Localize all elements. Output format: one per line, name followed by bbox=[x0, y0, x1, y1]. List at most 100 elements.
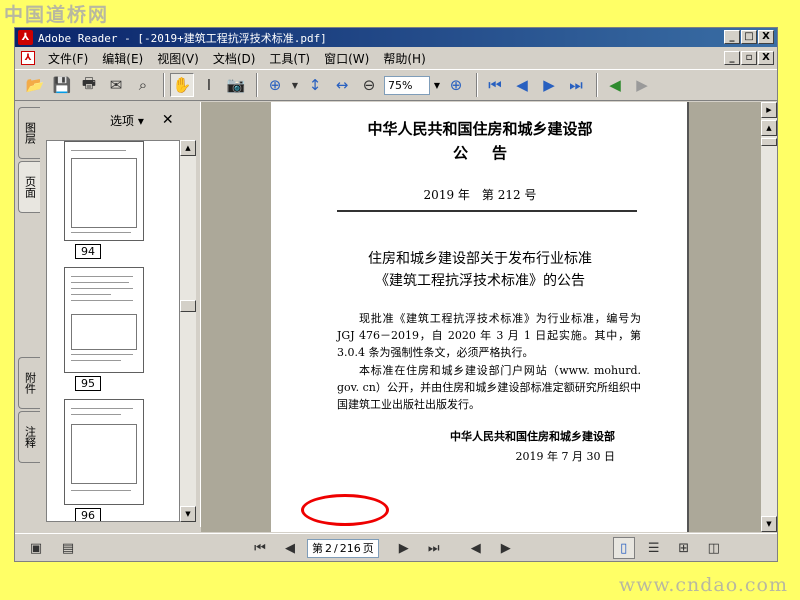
previous-page-icon[interactable]: ◀ bbox=[510, 73, 534, 97]
scroll-down-icon[interactable]: ▼ bbox=[180, 506, 196, 522]
status-previous-page-icon[interactable]: ◀ bbox=[279, 537, 301, 559]
go-forward-icon[interactable]: ▶ bbox=[630, 73, 654, 97]
menu-tools[interactable]: 工具(T) bbox=[262, 50, 317, 67]
pages-panel: 选项 ▾ ✕ 94 95 96 ▲ ▼ bbox=[42, 106, 196, 526]
pdf-page: 中华人民共和国住房和城乡建设部 公告 2019 年 第 212 号 住房和城乡建… bbox=[271, 102, 689, 532]
page-size-icon[interactable]: ▤ bbox=[57, 537, 79, 559]
heading-line-2: 《建筑工程抗浮技术标准》的公告 bbox=[375, 273, 585, 289]
thumbnail-page[interactable] bbox=[64, 141, 144, 241]
next-page-icon[interactable]: ▶ bbox=[537, 73, 561, 97]
scroll-thumb[interactable] bbox=[180, 300, 196, 312]
toolbar-separator bbox=[596, 73, 598, 97]
doc-number: 2019 年 第 212 号 bbox=[423, 188, 537, 202]
reader-window: ⅄ Adobe Reader - [-2019+建筑工程抗浮技术标准.pdf] … bbox=[14, 27, 778, 562]
tab-comments[interactable]: 注释 bbox=[18, 411, 40, 463]
thumbnail-scrollbar[interactable]: ▲ ▼ bbox=[180, 140, 196, 522]
go-back-icon[interactable]: ◀ bbox=[603, 73, 627, 97]
doc-type: 公告 bbox=[452, 144, 531, 162]
title-bar: ⅄ Adobe Reader - [-2019+建筑工程抗浮技术标准.pdf] … bbox=[15, 28, 777, 47]
menu-window[interactable]: 窗口(W) bbox=[317, 50, 376, 67]
body-paragraph-1: 现批准《建筑工程抗浮技术标准》为行业标准，编号为 JGJ 476－2019，自 … bbox=[337, 312, 641, 359]
zoom-dropdown-icon[interactable]: ▼ bbox=[430, 76, 444, 95]
menu-file[interactable]: 文件(F) bbox=[41, 50, 95, 67]
thumbnail-page-label: 95 bbox=[75, 376, 101, 391]
scroll-down-icon[interactable]: ▼ bbox=[761, 516, 777, 532]
thumbnail-page-label: 96 bbox=[75, 508, 101, 521]
status-last-page-icon[interactable]: ⏭ bbox=[423, 537, 445, 559]
page-separator: / bbox=[334, 541, 338, 555]
zoom-tool-dropdown-icon[interactable]: ▼ bbox=[290, 73, 300, 97]
maximize-button[interactable]: □ bbox=[741, 30, 757, 44]
toolbar-separator bbox=[476, 73, 478, 97]
window-title: Adobe Reader - [-2019+建筑工程抗浮技术标准.pdf] bbox=[38, 31, 327, 45]
thumbnail-page[interactable] bbox=[64, 399, 144, 505]
thumbnail-list: 94 95 96 bbox=[46, 140, 180, 522]
header-rule bbox=[337, 210, 637, 212]
status-bar: ▣ ▤ ⏮ ◀ 第 2 / 216 页 ▶ ⏭ ◀ ▶ ▯ ☰ ⊞ ◫ bbox=[15, 533, 777, 562]
watermark-bottom: www.cndao.com bbox=[618, 574, 788, 596]
thumbnail-page[interactable] bbox=[64, 267, 144, 373]
status-go-back-icon[interactable]: ◀ bbox=[465, 537, 487, 559]
fit-width-icon[interactable]: ↔ bbox=[330, 73, 354, 97]
scroll-up-icon[interactable]: ▲ bbox=[761, 120, 777, 136]
last-page-icon[interactable]: ⏭ bbox=[564, 73, 588, 97]
tab-pages[interactable]: 页面 bbox=[18, 161, 40, 213]
snapshot-icon[interactable]: 📷 bbox=[224, 73, 248, 97]
doc-minimize-button[interactable]: _ bbox=[724, 51, 740, 65]
status-go-forward-icon[interactable]: ▶ bbox=[495, 537, 517, 559]
pages-panel-header: 选项 ▾ ✕ bbox=[42, 106, 196, 134]
window-controls: _ □ X bbox=[724, 30, 774, 44]
open-folder-icon[interactable]: 📂 bbox=[23, 73, 47, 97]
page-suffix: 页 bbox=[362, 541, 374, 555]
adobe-reader-icon: ⅄ bbox=[18, 30, 33, 45]
hand-tool-icon[interactable]: ✋ bbox=[170, 73, 194, 97]
status-first-page-icon[interactable]: ⏮ bbox=[249, 537, 271, 559]
single-page-icon[interactable]: ▯ bbox=[612, 537, 635, 559]
navigation-tabs: 图层 页面 附件 注释 bbox=[18, 107, 40, 522]
menu-help[interactable]: 帮助(H) bbox=[376, 50, 432, 67]
minimize-button[interactable]: _ bbox=[724, 30, 740, 44]
pdf-document-icon[interactable]: ⅄ bbox=[21, 51, 35, 65]
email-icon[interactable]: ✉ bbox=[104, 73, 128, 97]
select-text-icon[interactable]: Ⅰ bbox=[197, 73, 221, 97]
heading-line-1: 住房和城乡建设部关于发布行业标准 bbox=[368, 251, 592, 267]
doc-close-button[interactable]: X bbox=[758, 51, 774, 65]
org-title: 中华人民共和国住房和城乡建设部 bbox=[367, 120, 593, 138]
menu-edit[interactable]: 编辑(E) bbox=[95, 50, 150, 67]
first-page-icon[interactable]: ⏮ bbox=[483, 73, 507, 97]
print-icon[interactable]: 🖶 bbox=[77, 73, 101, 97]
main-toolbar: 📂 💾 🖶 ✉ ⌕ ✋ Ⅰ 📷 ⊕ ▼ ↕ ↔ ⊖ 75% ▼ ⊕ ⏮ ◀ ▶ … bbox=[15, 69, 777, 101]
toolbar-separator bbox=[163, 73, 165, 97]
scroll-thumb[interactable] bbox=[761, 138, 777, 146]
document-scrollbar[interactable]: ▶ ▲ ▼ bbox=[761, 102, 777, 532]
toolbar-separator bbox=[256, 73, 258, 97]
zoom-input[interactable]: 75% bbox=[384, 75, 430, 95]
continuous-facing-icon[interactable]: ⊞ bbox=[673, 537, 695, 559]
status-next-page-icon[interactable]: ▶ bbox=[393, 537, 415, 559]
zoom-in-tool-icon[interactable]: ⊕ bbox=[263, 73, 287, 97]
monitor-icon[interactable]: ▣ bbox=[25, 537, 47, 559]
close-panel-icon[interactable]: ✕ bbox=[162, 112, 174, 128]
continuous-icon[interactable]: ☰ bbox=[643, 537, 665, 559]
scroll-right-icon[interactable]: ▶ bbox=[761, 102, 777, 118]
signature-date: 2019 年 7 月 30 日 bbox=[515, 450, 615, 463]
menu-view[interactable]: 视图(V) bbox=[150, 50, 206, 67]
signature-org: 中华人民共和国住房和城乡建设部 bbox=[450, 430, 615, 443]
save-icon[interactable]: 💾 bbox=[50, 73, 74, 97]
menu-document[interactable]: 文档(D) bbox=[206, 50, 263, 67]
document-controls: _ ▫ X bbox=[724, 51, 774, 65]
zoom-in-icon[interactable]: ⊕ bbox=[444, 73, 468, 97]
facing-icon[interactable]: ◫ bbox=[703, 537, 725, 559]
zoom-out-icon[interactable]: ⊖ bbox=[357, 73, 381, 97]
page-number-input[interactable]: 第 2 / 216 页 bbox=[307, 538, 379, 558]
options-button[interactable]: 选项 ▾ bbox=[110, 112, 144, 129]
scroll-up-icon[interactable]: ▲ bbox=[180, 140, 196, 156]
close-button[interactable]: X bbox=[758, 30, 774, 44]
fit-page-icon[interactable]: ↕ bbox=[303, 73, 327, 97]
doc-restore-button[interactable]: ▫ bbox=[741, 51, 757, 65]
tab-layers[interactable]: 图层 bbox=[18, 107, 40, 159]
document-view[interactable]: 中华人民共和国住房和城乡建设部 公告 2019 年 第 212 号 住房和城乡建… bbox=[201, 102, 761, 532]
tab-attachments[interactable]: 附件 bbox=[18, 357, 40, 409]
search-binoculars-icon[interactable]: ⌕ bbox=[131, 73, 155, 97]
navigation-pane: 图层 页面 附件 注释 选项 ▾ ✕ 94 95 96 ▲ ▼ bbox=[15, 102, 200, 527]
